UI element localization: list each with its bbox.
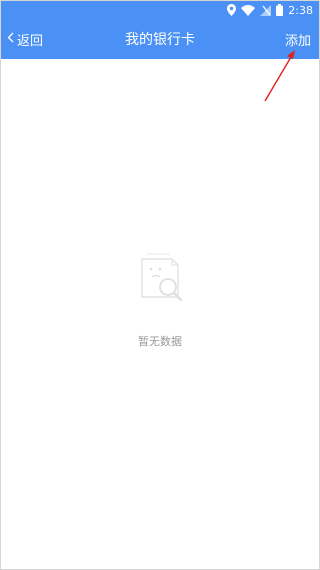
status-bar: 2:38 xyxy=(1,1,319,19)
status-time: 2:38 xyxy=(288,3,313,17)
app-bar: 返回 我的银行卡 添加 xyxy=(1,19,319,59)
battery-icon xyxy=(276,4,284,16)
back-button[interactable]: 返回 xyxy=(7,19,43,59)
empty-state-text: 暂无数据 xyxy=(138,335,182,348)
page-title: 我的银行卡 xyxy=(125,32,195,48)
phone-screen: 2:38 返回 我的银行卡 添加 暂无数据 xyxy=(0,0,320,570)
signal-icon xyxy=(260,4,272,16)
wifi-icon xyxy=(241,4,256,16)
empty-state: 暂无数据 xyxy=(1,251,319,349)
back-label: 返回 xyxy=(17,33,44,49)
add-bank-card-button[interactable]: 添加 xyxy=(285,19,311,59)
empty-document-search-icon xyxy=(141,253,183,302)
chevron-left-icon xyxy=(7,32,14,47)
arrow-shaft xyxy=(264,56,292,102)
location-icon xyxy=(227,4,237,16)
